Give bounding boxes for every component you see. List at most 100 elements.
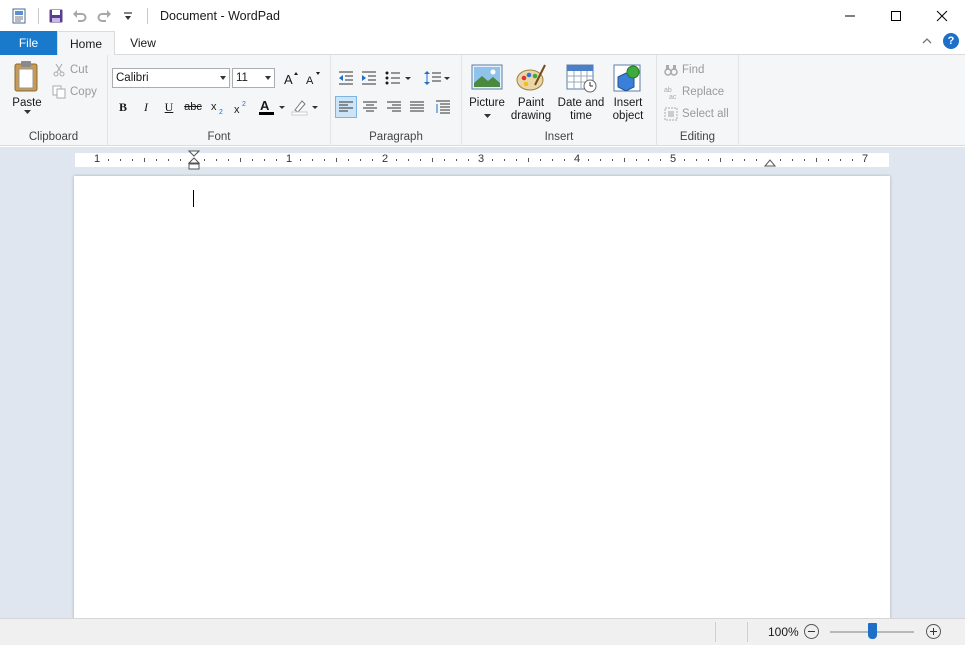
ruler-tick [564, 159, 565, 161]
zoom-slider-thumb[interactable] [867, 623, 877, 639]
copy-button[interactable]: Copy [52, 82, 97, 102]
paragraph-icon [436, 100, 450, 114]
ruler-number: 4 [573, 153, 581, 165]
align-left-button[interactable] [335, 96, 357, 118]
highlighter-icon [291, 100, 318, 116]
paint-label-line1: Paint [517, 97, 545, 109]
font-size-select[interactable]: 11 [232, 68, 275, 88]
superscript-icon: x2 [234, 101, 246, 115]
shrink-font-button[interactable]: A [302, 67, 324, 89]
zoom-out-button[interactable] [804, 624, 819, 639]
shrink-font-icon: A [306, 72, 320, 86]
ruler-tick [360, 159, 361, 161]
ruler-tick [204, 159, 205, 161]
minimize-button[interactable] [827, 0, 873, 31]
paste-button[interactable]: Paste [10, 60, 44, 115]
insert-object-button[interactable]: Insert object [608, 63, 648, 123]
bullets-icon [385, 71, 411, 85]
increase-indent-button[interactable] [358, 67, 380, 89]
maximize-icon [891, 10, 901, 21]
ruler-number: 1 [93, 153, 101, 165]
ruler-tick [144, 158, 145, 162]
grow-font-button[interactable]: A [280, 67, 302, 89]
minimize-ribbon-icon[interactable] [921, 35, 933, 47]
redo-icon[interactable] [93, 5, 115, 27]
ruler-tick [132, 159, 133, 161]
picture-button[interactable]: Picture [468, 63, 506, 119]
ruler-tick [744, 159, 745, 161]
maximize-button[interactable] [873, 0, 919, 31]
bold-button[interactable]: B [112, 96, 134, 118]
insert-object-label-line1: Insert [613, 97, 643, 109]
help-icon[interactable]: ? [943, 33, 959, 49]
font-color-icon: A [259, 98, 285, 115]
ruler-tick [300, 159, 301, 161]
paragraph-group: Paragraph [331, 55, 462, 146]
align-center-icon [363, 101, 377, 112]
ruler-tick [708, 159, 709, 161]
ruler-tick [648, 159, 649, 161]
close-button[interactable] [919, 0, 965, 31]
increase-indent-icon [362, 71, 376, 85]
ruler-tick [756, 159, 757, 161]
paint-drawing-button[interactable]: Paint drawing [509, 63, 553, 123]
zoom-in-button[interactable] [926, 624, 941, 639]
ruler-tick [492, 159, 493, 161]
window-controls [827, 0, 965, 31]
paragraph-settings-button[interactable] [432, 96, 454, 118]
font-color-button[interactable]: A [257, 96, 287, 118]
tab-home[interactable]: Home [57, 31, 115, 56]
subscript-button[interactable]: x2 [207, 96, 229, 118]
font-group-label: Font [207, 131, 231, 143]
indent-marker-icon[interactable] [188, 150, 200, 172]
chevron-down-icon [23, 110, 31, 114]
ruler-tick [588, 159, 589, 161]
ruler-tick [108, 159, 109, 161]
customize-qat-icon[interactable] [117, 5, 139, 27]
tab-file[interactable]: File [0, 31, 57, 55]
right-indent-marker-icon[interactable] [764, 158, 776, 168]
paste-label: Paste [12, 97, 42, 109]
paint-label-line2: drawing [510, 110, 552, 122]
save-icon[interactable] [45, 5, 67, 27]
align-center-button[interactable] [359, 96, 381, 118]
font-family-select[interactable]: Calibri [112, 68, 230, 88]
decrease-indent-button[interactable] [335, 67, 357, 89]
italic-button[interactable]: I [135, 96, 157, 118]
cut-button[interactable]: Cut [52, 60, 88, 80]
picture-icon [471, 64, 503, 90]
strikethrough-button[interactable]: abc [182, 96, 204, 118]
svg-text:x: x [234, 104, 240, 115]
svg-text:ac: ac [669, 94, 677, 99]
ruler-tick [456, 159, 457, 161]
chevron-down-icon [220, 76, 226, 80]
wordpad-app-icon[interactable] [8, 5, 30, 27]
ruler-number: 3 [477, 153, 485, 165]
font-group: Calibri 11 A A B I U abc x2 x2 A Font [108, 55, 331, 146]
status-divider [715, 622, 716, 642]
grow-font-icon: A [284, 72, 298, 86]
horizontal-ruler[interactable]: 1 1 2 3 4 5 7 [75, 150, 889, 170]
superscript-button[interactable]: x2 [230, 96, 252, 118]
date-time-button[interactable]: Date and time [556, 63, 606, 123]
justify-button[interactable] [406, 96, 428, 118]
tab-view[interactable]: View [116, 31, 170, 55]
align-right-button[interactable] [383, 96, 405, 118]
highlight-color-button[interactable] [290, 96, 320, 118]
replace-button[interactable]: ab ac Replace [664, 82, 724, 102]
find-button[interactable]: Find [664, 60, 704, 80]
document-page[interactable] [74, 176, 890, 618]
underline-button[interactable]: U [158, 96, 180, 118]
chevron-down-icon [483, 114, 491, 118]
ribbon-controls: ? [921, 33, 959, 49]
quick-access-toolbar [0, 0, 154, 31]
line-spacing-button[interactable] [423, 67, 453, 89]
scissors-icon [53, 63, 65, 77]
select-all-button[interactable]: Select all [664, 104, 729, 124]
separator [147, 7, 148, 24]
undo-icon[interactable] [69, 5, 91, 27]
date-time-label-line1: Date and [557, 97, 605, 109]
ruler-tick [420, 159, 421, 161]
bullets-button[interactable] [384, 67, 414, 89]
cut-label: Cut [70, 64, 88, 76]
